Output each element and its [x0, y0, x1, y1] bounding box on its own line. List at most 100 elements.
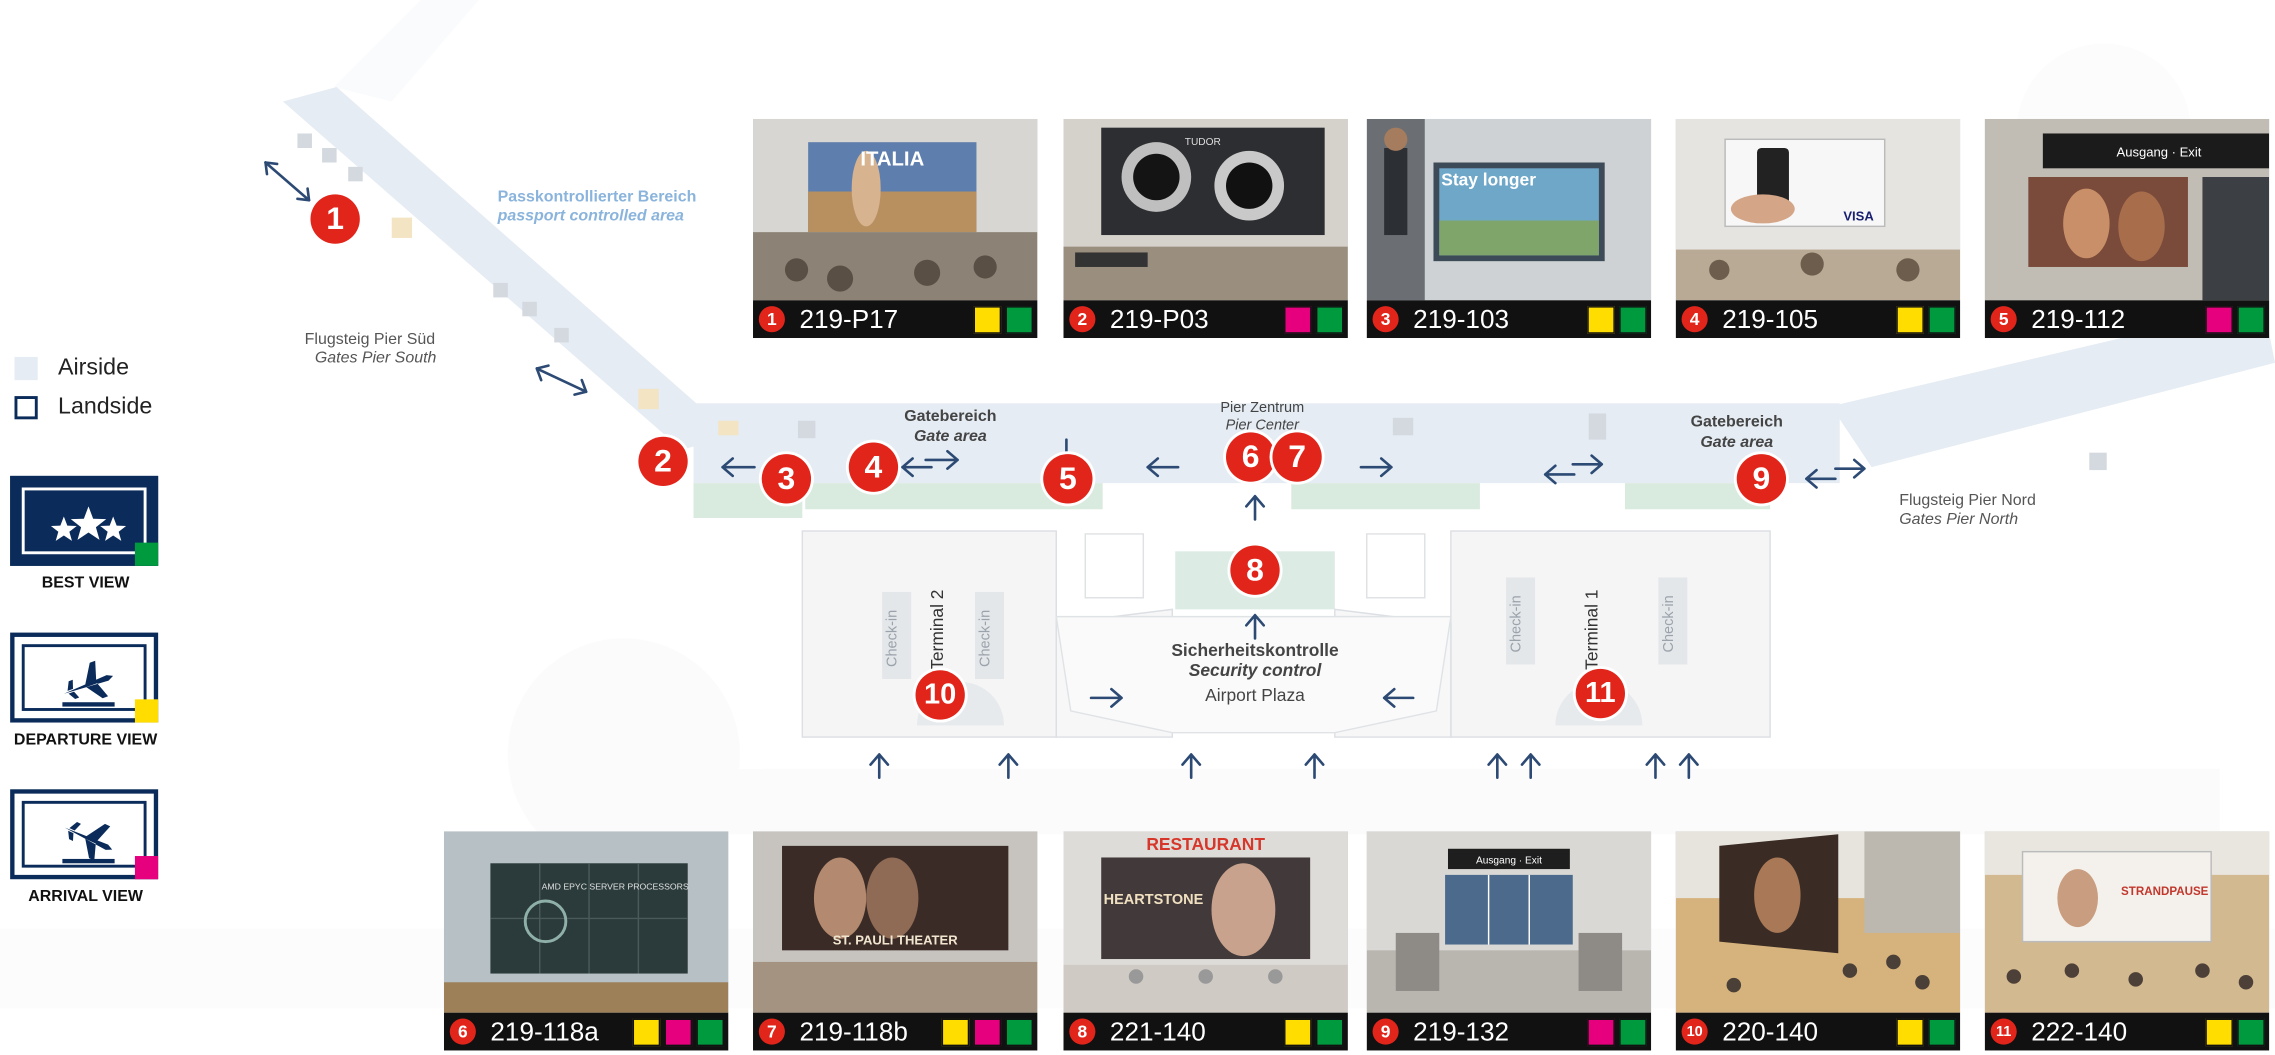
location-photo-7[interactable]: ST. PAULI THEATER 7 219-118b	[753, 831, 1038, 1051]
best-view-marker	[1619, 305, 1647, 333]
best-view-label: BEST VIEW	[41, 574, 130, 592]
svg-text:Ausgang · Exit: Ausgang · Exit	[2116, 145, 2201, 160]
location-code: 220-140	[1722, 1016, 1819, 1046]
plane-departure-icon	[62, 660, 115, 707]
landside-label: Landside	[58, 394, 153, 420]
location-code: 219-105	[1722, 303, 1819, 333]
location-code: 219-132	[1413, 1016, 1510, 1046]
best-view-color-mark	[134, 542, 159, 566]
location-bar-9: 9 219-132	[1366, 1012, 1652, 1051]
location-code: 222-140	[2031, 1016, 2128, 1046]
map-pin-5[interactable]: 5	[1043, 454, 1093, 504]
landside-swatch	[14, 396, 38, 420]
map-pin-6[interactable]: 6	[1226, 432, 1276, 482]
photo-image-10	[1675, 831, 1961, 1013]
location-photo-5[interactable]: Ausgang · Exit 5 219-112	[1984, 118, 2270, 339]
map-pin-9[interactable]: 9	[1736, 454, 1787, 504]
best-view-marker	[1315, 305, 1344, 333]
photo-image-6: AMD EPYC SERVER PROCESSORS	[443, 831, 729, 1013]
map-pin-4[interactable]: 4	[848, 442, 899, 492]
best-view-marker	[1928, 305, 1956, 333]
location-bar-10: 10 220-140	[1675, 1012, 1961, 1051]
checkin-label: Check-in	[1661, 595, 1677, 652]
map-pin-8[interactable]: 8	[1230, 545, 1280, 595]
best-view-marker	[1005, 1017, 1034, 1046]
pier-south-label: Flugsteig Pier Süd Gates Pier South	[304, 330, 437, 368]
location-bar-7: 7 219-118b	[753, 1012, 1038, 1051]
location-bar-8: 8 221-140	[1063, 1012, 1348, 1051]
location-bar-5: 5 219-112	[1984, 300, 2270, 339]
location-photo-3[interactable]: Stay longer 3 219-103	[1366, 118, 1652, 339]
legend-airside: Airside	[14, 355, 129, 381]
location-number: 7	[758, 1018, 785, 1045]
airport-plaza-label: Airport Plaza	[1205, 684, 1305, 706]
map-pin-7[interactable]: 7	[1272, 432, 1322, 482]
arrival-view-marker	[973, 1017, 1002, 1046]
svg-text:HEARTSTONE: HEARTSTONE	[1104, 892, 1204, 908]
location-bar-2: 2 219-P03	[1063, 300, 1348, 339]
photo-image-8: RESTAURANT HEARTSTONE	[1063, 831, 1348, 1013]
best-view-marker	[696, 1017, 724, 1046]
checkin-label: Check-in	[1509, 595, 1525, 652]
photo-image-1: ITALIA	[753, 118, 1038, 301]
pier-center-label: Pier Zentrum Pier Center	[1220, 400, 1305, 434]
location-photo-4[interactable]: VISA 4 219-105	[1675, 118, 1961, 339]
location-number: 2	[1069, 306, 1096, 333]
svg-text:Ausgang · Exit: Ausgang · Exit	[1476, 855, 1542, 866]
terminal-1-label: Terminal 1	[1581, 590, 1601, 670]
photo-image-11: STRANDPAUSE	[1984, 831, 2270, 1013]
map-pin-2[interactable]: 2	[638, 436, 688, 487]
gate-area-right-label: Gatebereich Gate area	[1690, 413, 1783, 452]
stars-icon	[50, 506, 127, 541]
location-code: 219-118a	[490, 1016, 599, 1046]
map-pin-11[interactable]: 11	[1575, 668, 1625, 719]
best-view-marker	[1928, 1017, 1956, 1046]
location-photo-6[interactable]: AMD EPYC SERVER PROCESSORS 6 219-118a	[443, 831, 729, 1051]
legend-landside: Landside	[14, 394, 153, 421]
location-photo-10[interactable]: 10 220-140	[1675, 831, 1961, 1051]
location-photo-8[interactable]: RESTAURANT HEARTSTONE 8 221-140	[1063, 831, 1348, 1051]
gate-area-left-label: Gatebereich Gate area	[904, 407, 997, 446]
svg-text:RESTAURANT: RESTAURANT	[1146, 834, 1265, 854]
arrival-view-card: ARRIVAL VIEW	[10, 789, 161, 905]
location-code: 221-140	[1109, 1016, 1206, 1046]
location-code: 219-P17	[799, 303, 899, 333]
best-view-marker	[2237, 305, 2265, 333]
plane-arrival-icon	[62, 822, 115, 864]
svg-text:VISA: VISA	[1843, 209, 1874, 224]
location-photo-2[interactable]: TUDOR 2 219-P03	[1063, 118, 1348, 339]
location-number: 5	[1990, 306, 2017, 333]
location-number: 1	[758, 306, 785, 333]
svg-text:AMD EPYC SERVER PROCESSORS: AMD EPYC SERVER PROCESSORS	[542, 881, 689, 891]
checkin-label: Check-in	[885, 610, 901, 667]
location-code: 219-103	[1413, 303, 1510, 333]
svg-text:ST. PAULI THEATER: ST. PAULI THEATER	[833, 933, 958, 948]
location-number: 8	[1069, 1018, 1096, 1045]
map-pin-1[interactable]: 1	[310, 194, 360, 244]
location-photo-11[interactable]: STRANDPAUSE 11 222-140	[1984, 831, 2270, 1051]
departure-view-marker	[1896, 1017, 1924, 1046]
departure-view-marker	[1284, 1017, 1312, 1046]
location-bar-6: 6 219-118a	[443, 1012, 729, 1051]
location-photo-9[interactable]: Ausgang · Exit 9 219-132	[1366, 831, 1652, 1051]
svg-text:STRANDPAUSE: STRANDPAUSE	[2121, 885, 2209, 898]
departure-view-color-mark	[134, 699, 159, 723]
location-bar-11: 11 222-140	[1984, 1012, 2270, 1051]
map-pin-10[interactable]: 10	[915, 670, 965, 720]
location-code: 219-P03	[1109, 303, 1209, 333]
best-view-card: BEST VIEW	[10, 475, 161, 592]
location-photo-1[interactable]: ITALIA 1 219-P17	[753, 118, 1038, 339]
arrival-view-color-mark	[134, 856, 159, 880]
passport-area-label: Passkontrollierter Bereich passport cont…	[497, 188, 697, 225]
location-bar-3: 3 219-103	[1366, 300, 1652, 339]
map-pin-3[interactable]: 3	[761, 454, 812, 504]
security-control-label: Sicherheitskontrolle Security control	[1171, 639, 1339, 681]
departure-view-marker	[973, 305, 1002, 333]
location-bar-4: 4 219-105	[1675, 300, 1961, 339]
location-code: 219-112	[2031, 303, 2126, 333]
location-number: 3	[1372, 306, 1399, 333]
pier-north-label: Flugsteig Pier Nord Gates Pier North	[1899, 491, 2036, 529]
photo-image-9: Ausgang · Exit	[1366, 831, 1652, 1013]
arrival-view-marker	[664, 1017, 693, 1046]
photo-image-7: ST. PAULI THEATER	[753, 831, 1038, 1013]
